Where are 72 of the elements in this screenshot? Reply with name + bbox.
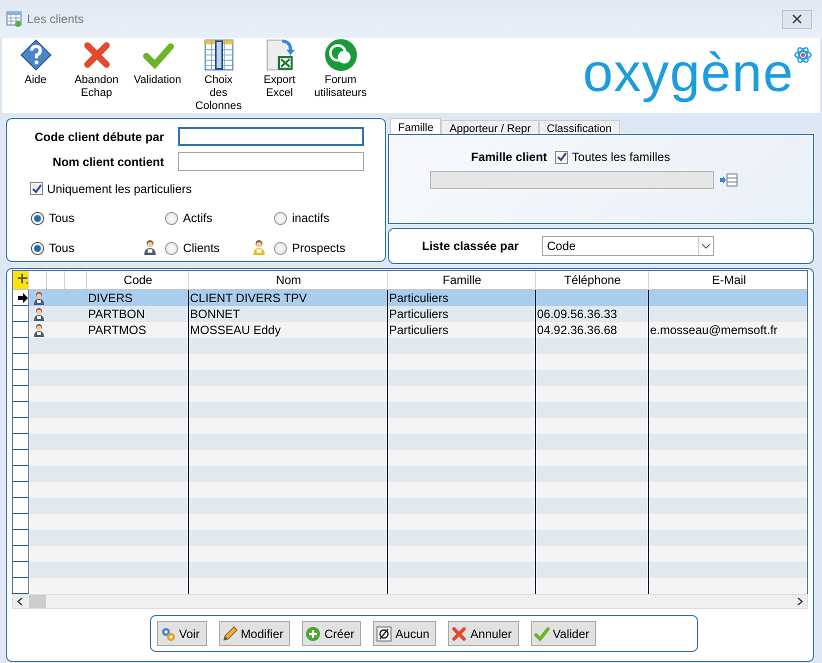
- radio-label: inactifs: [292, 211, 330, 225]
- caret-icon: [702, 244, 710, 248]
- table-cell: Particuliers: [388, 306, 536, 322]
- toolbar-button[interactable]: Export Excel: [249, 38, 310, 100]
- table-cell: PARTBON: [87, 306, 189, 322]
- action-button[interactable]: Valider: [530, 621, 596, 646]
- person-icon: [143, 239, 157, 255]
- field-label: Famille client: [471, 150, 548, 164]
- plus-icon: [305, 626, 322, 642]
- table-cell: BONNET: [189, 306, 388, 322]
- column-header: E-Mail: [649, 271, 807, 289]
- radio-button[interactable]: [165, 242, 178, 254]
- checkbox-label: Uniquement les particuliers: [47, 182, 192, 196]
- column-header: Code: [87, 271, 189, 289]
- action-button[interactable]: Modifier: [218, 621, 290, 646]
- column-header: Famille: [388, 271, 536, 289]
- logo-text: oxygène: [582, 42, 794, 104]
- radio-button[interactable]: [274, 242, 287, 254]
- atom-icon: [794, 46, 812, 64]
- scrollbar[interactable]: [12, 594, 808, 609]
- close-icon: [792, 14, 802, 24]
- toolbar-button[interactable]: Choix des Colonnes: [188, 38, 249, 113]
- close-button[interactable]: [782, 10, 812, 28]
- input-field[interactable]: [178, 152, 364, 171]
- column-header: Nom: [189, 271, 388, 289]
- list-picker-icon: [720, 173, 738, 187]
- dropdown[interactable]: Code: [542, 236, 714, 256]
- radio-label: Tous: [49, 241, 74, 255]
- action-button[interactable]: Créer: [302, 621, 362, 646]
- input-field[interactable]: [178, 127, 364, 146]
- toolbar-button[interactable]: Validation: [127, 38, 188, 87]
- arrow-icon: [17, 291, 28, 305]
- radio-button[interactable]: [274, 212, 287, 224]
- action-button[interactable]: Annuler: [448, 621, 519, 646]
- person-icon: [33, 323, 45, 337]
- radio-label: Prospects: [292, 241, 346, 255]
- row-header[interactable]: [13, 290, 29, 306]
- table-row[interactable]: PARTBON BONNET Particuliers 06.09.56.36.33: [13, 306, 807, 322]
- action-button[interactable]: Voir: [157, 621, 207, 646]
- radio-label: Actifs: [183, 211, 212, 225]
- checkbox-label: Toutes les familles: [572, 150, 670, 164]
- scroll-thumb[interactable]: [29, 595, 46, 608]
- radio-button[interactable]: [165, 212, 178, 224]
- field-label: Nom client contient: [52, 154, 164, 168]
- add-column-button[interactable]: [13, 271, 29, 289]
- person-icon: [33, 307, 45, 321]
- cross-icon: [451, 626, 468, 642]
- add-icon: [17, 272, 28, 286]
- radio-button[interactable]: [31, 242, 44, 254]
- radio-label: Tous: [49, 211, 74, 225]
- gears-icon: [160, 626, 176, 642]
- field-label: Liste classée par: [422, 239, 520, 253]
- person-icon: [252, 239, 266, 255]
- table-row[interactable]: DIVERS CLIENT DIVERS TPV Particuliers: [13, 290, 807, 306]
- column-header: Téléphone: [536, 271, 649, 289]
- toolbar-button[interactable]: Abandon Echap: [66, 38, 127, 100]
- input-field[interactable]: [430, 171, 714, 189]
- check-icon: [534, 626, 550, 642]
- checkbox[interactable]: [555, 150, 568, 164]
- pencil-icon: [222, 626, 238, 642]
- table-icon: [6, 11, 22, 27]
- action-button[interactable]: Aucun: [373, 621, 436, 646]
- radio-label: Clients: [183, 241, 220, 255]
- toolbar-button[interactable]: Forum utilisateurs: [310, 38, 371, 100]
- table-cell: 06.09.56.36.33: [536, 306, 649, 322]
- radio-button[interactable]: [31, 212, 44, 224]
- window-title: Les clients: [27, 12, 85, 26]
- toolbar-button[interactable]: Aide: [5, 38, 66, 87]
- field-label: Code client débute par: [34, 130, 164, 144]
- checkbox[interactable]: [30, 182, 43, 195]
- person-icon: [33, 291, 45, 305]
- empty-set-icon: [376, 626, 392, 642]
